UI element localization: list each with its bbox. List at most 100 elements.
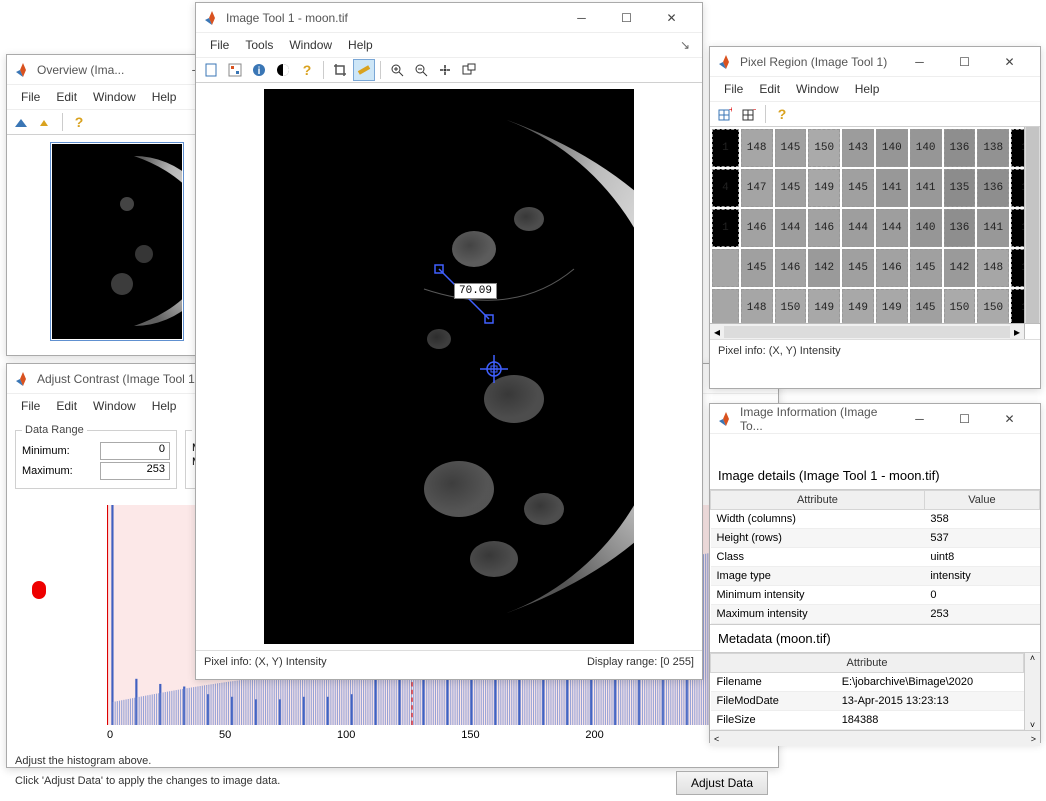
data-range-legend: Data Range bbox=[22, 424, 87, 436]
menu-file[interactable]: File bbox=[13, 396, 48, 416]
pixel-cell: 145 bbox=[910, 249, 942, 287]
zoom-out-icon[interactable] bbox=[35, 111, 57, 133]
pixel-region-icon[interactable] bbox=[224, 59, 246, 81]
menu-file[interactable]: File bbox=[202, 35, 237, 55]
pixel-grid-scroll[interactable]: 1148145150143140140136138141471451491451… bbox=[710, 127, 1040, 339]
crop-icon[interactable] bbox=[329, 59, 351, 81]
main-toolbar: i ? bbox=[196, 57, 702, 83]
overview-menubar: File Edit Window Help bbox=[7, 85, 227, 109]
main-title: Image Tool 1 - moon.tif bbox=[226, 11, 559, 25]
distance-label[interactable]: 70.09 bbox=[454, 283, 497, 299]
pixel-cell: 150 bbox=[977, 289, 1009, 327]
menu-window[interactable]: Window bbox=[281, 35, 340, 55]
maximize-button[interactable]: ☐ bbox=[604, 4, 649, 32]
overview-thumbnail bbox=[52, 144, 182, 339]
pixel-titlebar[interactable]: Pixel Region (Image Tool 1) ─ ☐ ✕ bbox=[710, 47, 1040, 77]
attr-header: Attribute bbox=[711, 654, 1024, 673]
min-handle[interactable] bbox=[32, 581, 46, 599]
minimize-button[interactable]: ─ bbox=[897, 48, 942, 76]
tick: 50 bbox=[219, 729, 231, 741]
close-button[interactable]: ✕ bbox=[987, 48, 1032, 76]
pixel-cell: 145 bbox=[842, 249, 874, 287]
main-canvas[interactable]: 70.09 bbox=[264, 89, 634, 644]
pixel-cell: 144 bbox=[876, 209, 908, 247]
table-row[interactable]: Classuint8 bbox=[711, 548, 1040, 567]
matlab-icon bbox=[718, 54, 734, 70]
menu-help[interactable]: Help bbox=[847, 79, 888, 99]
pixel-cell: 147 bbox=[741, 169, 773, 207]
overview-titlebar[interactable]: Overview (Ima... ─ bbox=[7, 55, 227, 85]
menu-tools[interactable]: Tools bbox=[237, 35, 281, 55]
menu-chevron-icon[interactable]: ↘ bbox=[680, 38, 696, 52]
distance-tool-icon[interactable] bbox=[353, 59, 375, 81]
svg-text:i: i bbox=[258, 66, 261, 77]
table-row[interactable]: Minimum intensity0 bbox=[711, 586, 1040, 605]
horizontal-scrollbar[interactable]: ◂▸ bbox=[710, 323, 1040, 339]
table-row[interactable]: FileSize184388 bbox=[711, 711, 1024, 730]
table-row[interactable]: Width (columns)358 bbox=[711, 510, 1040, 529]
zoom-out-icon[interactable] bbox=[410, 59, 432, 81]
min-value[interactable]: 0 bbox=[100, 442, 170, 460]
adjust-data-button[interactable]: Adjust Data bbox=[676, 771, 768, 795]
menu-help[interactable]: Help bbox=[144, 396, 185, 416]
menu-help[interactable]: Help bbox=[340, 35, 381, 55]
new-icon[interactable] bbox=[200, 59, 222, 81]
table-row[interactable]: FileModDate13-Apr-2015 13:23:13 bbox=[711, 692, 1024, 711]
grid-plus-icon[interactable]: + bbox=[714, 103, 736, 125]
pixel-cell: 4 bbox=[712, 169, 739, 207]
help-icon[interactable]: ? bbox=[771, 103, 793, 125]
maximize-button[interactable]: ☐ bbox=[942, 405, 987, 433]
menu-window[interactable]: Window bbox=[788, 79, 847, 99]
pixel-cell: 140 bbox=[910, 209, 942, 247]
pan-icon[interactable] bbox=[434, 59, 456, 81]
overview-toolbar: ? bbox=[7, 109, 227, 135]
table-row[interactable]: FilenameE:\jobarchive\Bimage\2020 bbox=[711, 673, 1024, 692]
menu-file[interactable]: File bbox=[13, 87, 48, 107]
value-header: Value bbox=[924, 491, 1039, 510]
close-button[interactable]: ✕ bbox=[649, 4, 694, 32]
overview-icon[interactable] bbox=[458, 59, 480, 81]
pixel-cell: 148 bbox=[977, 249, 1009, 287]
help-icon[interactable]: ? bbox=[296, 59, 318, 81]
zoom-in-icon[interactable] bbox=[386, 59, 408, 81]
menu-window[interactable]: Window bbox=[85, 87, 144, 107]
max-value[interactable]: 253 bbox=[100, 462, 170, 480]
pixel-cell bbox=[712, 289, 739, 327]
help-icon[interactable]: ? bbox=[68, 111, 90, 133]
table-row[interactable]: Height (rows)537 bbox=[711, 529, 1040, 548]
pixel-cell: 140 bbox=[876, 129, 908, 167]
menu-help[interactable]: Help bbox=[144, 87, 185, 107]
info-titlebar[interactable]: Image Information (Image To... ─ ☐ ✕ bbox=[710, 404, 1040, 434]
horizontal-scrollbar[interactable]: ˂˃ bbox=[710, 730, 1040, 746]
vertical-scrollbar[interactable] bbox=[1024, 127, 1040, 323]
pixel-cell: 138 bbox=[977, 129, 1009, 167]
minimize-button[interactable]: ─ bbox=[897, 405, 942, 433]
table-row[interactable]: Maximum intensity253 bbox=[711, 605, 1040, 624]
pixel-cell: 150 bbox=[775, 289, 807, 327]
main-titlebar[interactable]: Image Tool 1 - moon.tif ─ ☐ ✕ bbox=[196, 3, 702, 33]
help-text-1: Adjust the histogram above. bbox=[7, 751, 778, 771]
close-button[interactable]: ✕ bbox=[987, 405, 1032, 433]
min-label: Minimum: bbox=[22, 445, 70, 457]
menu-file[interactable]: File bbox=[716, 79, 751, 99]
distance-overlay[interactable] bbox=[264, 89, 634, 644]
max-label: Maximum: bbox=[22, 465, 73, 477]
pixel-cell: 149 bbox=[808, 289, 840, 327]
separator bbox=[62, 113, 63, 131]
pixel-region-window: Pixel Region (Image Tool 1) ─ ☐ ✕ File E… bbox=[709, 46, 1041, 389]
table-row[interactable]: Image typeintensity bbox=[711, 567, 1040, 586]
minimize-button[interactable]: ─ bbox=[559, 4, 604, 32]
menu-edit[interactable]: Edit bbox=[48, 396, 85, 416]
menu-edit[interactable]: Edit bbox=[48, 87, 85, 107]
vertical-scrollbar[interactable]: ˄˅ bbox=[1024, 653, 1040, 730]
menu-edit[interactable]: Edit bbox=[751, 79, 788, 99]
menu-window[interactable]: Window bbox=[85, 396, 144, 416]
overview-thumb-border[interactable] bbox=[50, 142, 184, 341]
pixel-cell: 1 bbox=[712, 129, 739, 167]
maximize-button[interactable]: ☐ bbox=[942, 48, 987, 76]
grid-minus-icon[interactable]: − bbox=[738, 103, 760, 125]
zoom-in-icon[interactable] bbox=[11, 111, 33, 133]
contrast-icon[interactable] bbox=[272, 59, 294, 81]
pixel-statusbar: Pixel info: (X, Y) Intensity bbox=[710, 339, 1040, 361]
image-info-icon[interactable]: i bbox=[248, 59, 270, 81]
